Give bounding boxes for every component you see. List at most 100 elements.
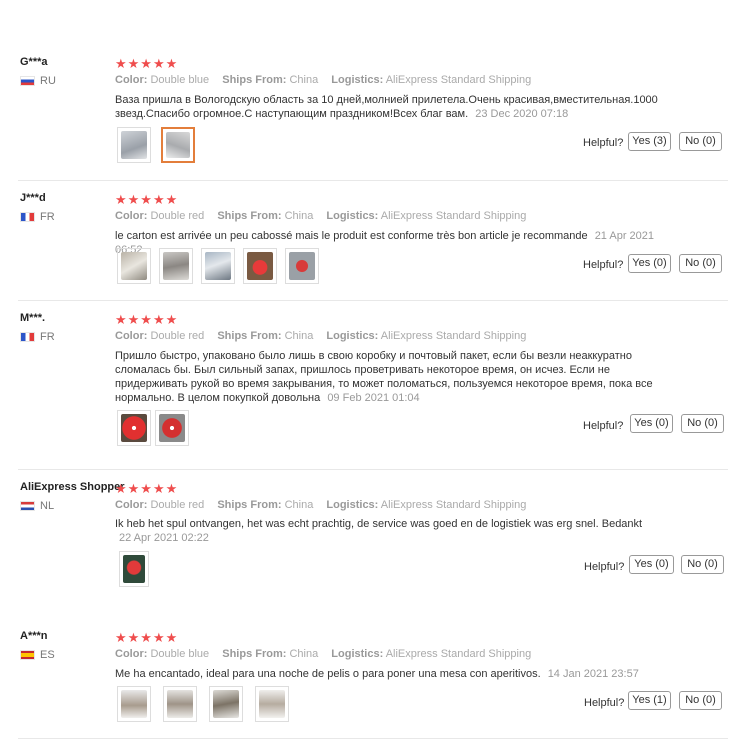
star-rating: ★★★★★ [115, 481, 179, 496]
helpful-no-button[interactable]: No (0) [679, 254, 722, 273]
review-photo-thumb[interactable] [163, 686, 197, 722]
helpful-yes-button[interactable]: Yes (0) [629, 555, 674, 574]
color-label: Color: [115, 330, 148, 342]
review-body: Ваза пришла в Вологодскую область за 10 … [115, 94, 658, 120]
review-text: Ik heb het spul ontvangen, het was echt … [115, 517, 645, 545]
ships-from-label: Ships From: [217, 210, 282, 222]
reviewer-name: J***d [20, 192, 46, 204]
logistics-label: Logistics: [326, 330, 379, 342]
review-photo-thumb[interactable] [117, 127, 151, 163]
ships-from-label: Ships From: [222, 648, 287, 660]
review-date: 23 Dec 2020 07:18 [475, 108, 569, 120]
ships-from-value: China [284, 499, 314, 511]
helpful-no-button[interactable]: No (0) [679, 132, 722, 151]
helpful-no-button[interactable]: No (0) [679, 691, 722, 710]
country-code: FR [40, 211, 55, 223]
color-label: Color: [115, 74, 148, 86]
country-code: FR [40, 331, 55, 343]
helpful-label: Helpful? [584, 697, 625, 709]
helpful-no-button[interactable]: No (0) [681, 414, 724, 433]
logistics-value: AliExpress Standard Shipping [380, 330, 527, 342]
helpful-label: Helpful? [584, 561, 625, 573]
logistics-value: AliExpress Standard Shipping [385, 648, 532, 660]
helpful-yes-button[interactable]: Yes (1) [628, 691, 671, 710]
review-photo-thumb[interactable] [119, 551, 149, 587]
review-meta: Color: Double red Ships From: China Logi… [115, 499, 536, 511]
country-code: ES [40, 649, 55, 661]
review-photos [117, 686, 289, 722]
helpful-yes-button[interactable]: Yes (0) [628, 254, 671, 273]
review-photo-thumb[interactable] [209, 686, 243, 722]
logistics-value: AliExpress Standard Shipping [380, 210, 527, 222]
flag-ru-icon [20, 76, 35, 86]
review-divider [18, 180, 728, 181]
flag-nl-icon [20, 501, 35, 511]
flag-fr-icon [20, 332, 35, 342]
review-text: Пришло быстро, упаковано было лишь в сво… [115, 349, 655, 405]
review-date: 22 Apr 2021 02:22 [119, 532, 209, 544]
review-photo-thumb[interactable] [255, 686, 289, 722]
review-photo-thumb[interactable] [161, 127, 195, 163]
review-divider [18, 738, 728, 739]
ships-from-value: China [289, 648, 319, 660]
ships-from-label: Ships From: [222, 74, 287, 86]
helpful-label: Helpful? [583, 420, 624, 432]
review-photo-thumb[interactable] [117, 410, 151, 446]
color-value: Double red [150, 330, 205, 342]
logistics-value: AliExpress Standard Shipping [385, 74, 532, 86]
logistics-label: Logistics: [326, 210, 379, 222]
color-value: Double red [150, 210, 205, 222]
color-label: Color: [115, 648, 148, 660]
review-divider [18, 469, 728, 470]
reviewer-country: NL [20, 500, 54, 512]
review-photo-thumb[interactable] [117, 686, 151, 722]
country-code: NL [40, 500, 55, 512]
color-value: Double red [150, 499, 205, 511]
review-meta: Color: Double blue Ships From: China Log… [115, 74, 541, 86]
review-photos [117, 127, 195, 163]
color-label: Color: [115, 499, 148, 511]
ships-from-label: Ships From: [217, 330, 282, 342]
ships-from-value: China [284, 210, 314, 222]
helpful-no-button[interactable]: No (0) [681, 555, 724, 574]
review-photo-thumb[interactable] [201, 248, 235, 284]
reviewer-name: AliExpress Shopper [20, 481, 125, 493]
review-photo-thumb[interactable] [159, 248, 193, 284]
star-rating: ★★★★★ [115, 312, 179, 327]
reviewer-name: G***a [20, 56, 48, 68]
reviewer-name: A***n [20, 630, 48, 642]
reviewer-country: FR [20, 331, 55, 343]
review-photos [117, 248, 319, 284]
helpful-label: Helpful? [583, 259, 624, 271]
logistics-label: Logistics: [331, 74, 384, 86]
review-photo-thumb[interactable] [117, 248, 151, 284]
logistics-label: Logistics: [326, 499, 379, 511]
star-rating: ★★★★★ [115, 56, 179, 71]
review-meta: Color: Double blue Ships From: China Log… [115, 648, 541, 660]
review-body: Me ha encantado, ideal para una noche de… [115, 668, 541, 680]
review-date: 14 Jan 2021 23:57 [547, 668, 639, 680]
logistics-value: AliExpress Standard Shipping [380, 499, 527, 511]
country-code: RU [40, 75, 56, 87]
helpful-yes-button[interactable]: Yes (0) [630, 414, 673, 433]
reviewer-country: ES [20, 649, 55, 661]
review-photos [119, 551, 149, 587]
review-divider [18, 300, 728, 301]
helpful-yes-button[interactable]: Yes (3) [628, 132, 671, 151]
review-meta: Color: Double red Ships From: China Logi… [115, 210, 536, 222]
review-photo-thumb[interactable] [285, 248, 319, 284]
review-photo-thumb[interactable] [243, 248, 277, 284]
reviewer-country: RU [20, 75, 56, 87]
review-photo-thumb[interactable] [155, 410, 189, 446]
logistics-label: Logistics: [331, 648, 384, 660]
review-body: le carton est arrivée un peu cabossé mai… [115, 230, 588, 242]
review-date: 09 Feb 2021 01:04 [327, 392, 420, 404]
helpful-label: Helpful? [583, 137, 624, 149]
reviewer-name: M***. [20, 312, 46, 324]
flag-fr-icon [20, 212, 35, 222]
color-value: Double blue [150, 74, 210, 86]
star-rating: ★★★★★ [115, 630, 179, 645]
ships-from-label: Ships From: [217, 499, 282, 511]
review-text: Me ha encantado, ideal para una noche de… [115, 667, 675, 681]
ships-from-value: China [284, 330, 314, 342]
